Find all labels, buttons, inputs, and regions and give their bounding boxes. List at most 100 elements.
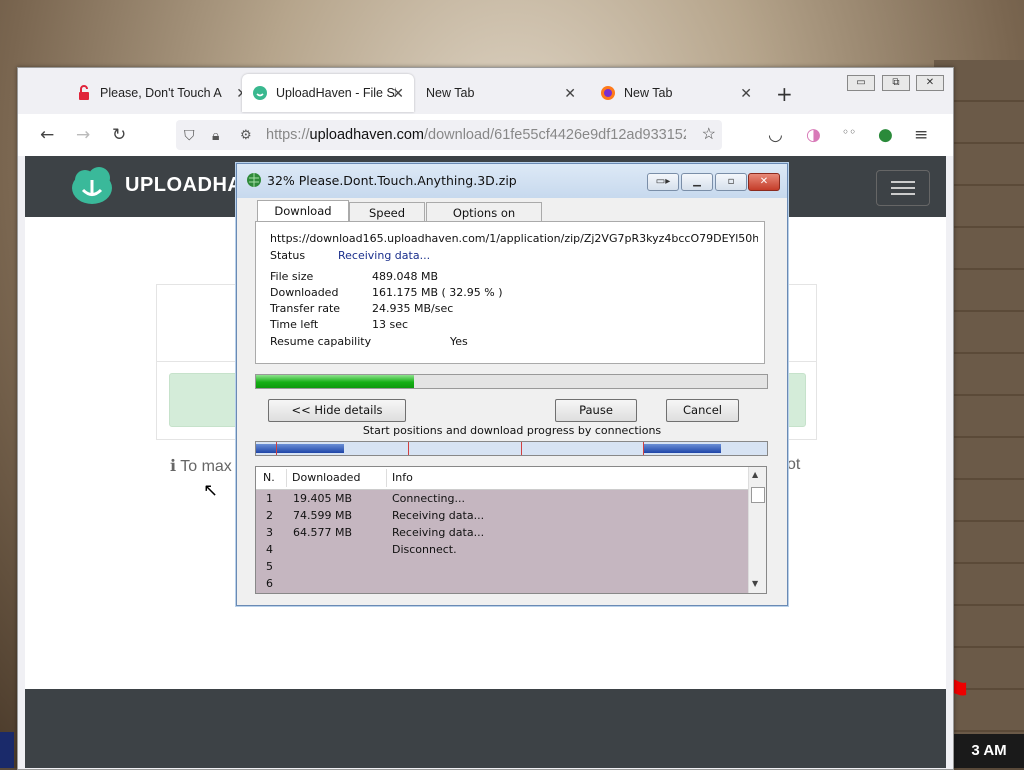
file-size-label: File size [270, 270, 314, 283]
idm-download-dialog: 32% Please.Dont.Touch.Anything.3D.zip ▭▸… [236, 163, 788, 606]
tab-new-1[interactable]: New Tab ✕ [416, 74, 586, 112]
column-header-info[interactable]: Info [392, 471, 413, 484]
hide-details-button[interactable]: << Hide details [268, 399, 406, 422]
table-row[interactable]: 3 64.577 MB Receiving data... [256, 524, 748, 541]
restore-button[interactable]: ⧉ [882, 75, 910, 91]
url-text[interactable]: https://uploadhaven.com/download/61fe55c… [266, 120, 686, 150]
tab-uploadhaven[interactable]: UploadHaven - File Sh ✕ [242, 74, 414, 112]
table-row[interactable]: 1 19.405 MB Connecting... [256, 490, 748, 507]
dialog-maximize-button[interactable]: ▫ [715, 173, 747, 191]
url-path: /download/61fe55cf4426e9df12ad9331523 [424, 127, 686, 143]
scroll-up-icon[interactable]: ▲ [752, 470, 758, 479]
lock-icon[interactable]: 🔒︎ [212, 120, 219, 150]
firefox-icon [600, 85, 616, 101]
cell-n: 5 [266, 560, 273, 573]
downloaded-label: Downloaded [270, 286, 339, 299]
info-text-tail: ot [787, 456, 801, 473]
resume-label: Resume capability [270, 335, 372, 348]
back-icon[interactable]: ← [40, 125, 54, 145]
progress-fill [256, 375, 415, 388]
dialog-title: 32% Please.Dont.Touch.Anything.3D.zip [267, 173, 517, 188]
pause-button[interactable]: Pause [555, 399, 637, 422]
cancel-button[interactable]: Cancel [666, 399, 739, 422]
column-header-n[interactable]: N. [263, 471, 275, 484]
navigation-bar: ← → ↻ ⛉ 🔒︎ ⚙ https://uploadhaven.com/dow… [18, 114, 953, 156]
tab-close-icon[interactable]: ✕ [740, 85, 752, 102]
reload-icon[interactable]: ↻ [112, 125, 126, 145]
cell-downloaded: 74.599 MB [293, 509, 353, 522]
table-row[interactable]: 6 [256, 575, 748, 592]
cell-info: Connecting... [392, 492, 465, 505]
cell-info: Receiving data... [392, 509, 485, 522]
connections-table: N. Downloaded Info 1 19.405 MB Connecting.… [255, 466, 767, 594]
download-url: https://download165.uploadhaven.com/1/ap… [270, 232, 758, 245]
tab-please-dont-touch[interactable]: Please, Don't Touch A ✕ [66, 74, 258, 112]
mouse-cursor-icon: ↖ [203, 480, 219, 501]
connection-start-marker [521, 442, 522, 455]
download-progress-bar [255, 374, 768, 389]
tab-strip: Please, Don't Touch A ✕ UploadHaven - Fi… [18, 68, 953, 114]
tab-close-icon[interactable]: ✕ [564, 85, 576, 102]
cell-info: Disconnect. [392, 543, 457, 556]
cell-downloaded: 64.577 MB [293, 526, 353, 539]
menu-icon[interactable]: ≡ [914, 125, 928, 145]
tab-speed-limiter[interactable]: Speed Limiter [349, 202, 425, 240]
tab-new-2[interactable]: New Tab ✕ [590, 74, 762, 112]
dialog-close-button[interactable]: ✕ [748, 173, 780, 191]
status-value: Receiving data... [338, 249, 431, 262]
connection-segment [644, 444, 721, 453]
cell-n: 3 [266, 526, 273, 539]
extension-icon[interactable]: ◦◦ [842, 125, 856, 139]
time-left-value: 13 sec [372, 318, 409, 331]
cell-n: 4 [266, 543, 273, 556]
file-size-value: 489.048 MB [372, 270, 439, 283]
cell-n: 6 [266, 577, 273, 590]
hamburger-menu-button[interactable] [876, 170, 930, 206]
table-header: N. Downloaded Info [256, 467, 748, 490]
tab-close-icon[interactable]: ✕ [392, 85, 404, 102]
cell-n: 1 [266, 492, 273, 505]
connection-start-marker [643, 442, 644, 455]
taskbar-start[interactable] [0, 732, 14, 768]
taskbar-clock[interactable]: 3 AM [954, 734, 1024, 768]
column-header-downloaded[interactable]: Downloaded [292, 471, 360, 484]
table-row[interactable]: 5 [256, 558, 748, 575]
time-left-label: Time left [270, 318, 319, 331]
table-scrollbar[interactable]: ▲ ▼ [748, 467, 766, 593]
minimize-button[interactable]: ▭ [847, 75, 875, 91]
scroll-down-icon[interactable]: ▼ [752, 579, 758, 588]
uploadhaven-logo-icon[interactable] [71, 166, 113, 206]
new-tab-button[interactable]: + [776, 82, 793, 106]
uploadhaven-icon [252, 85, 268, 101]
table-row[interactable]: 2 74.599 MB Receiving data... [256, 507, 748, 524]
forward-icon[interactable]: → [76, 125, 90, 145]
url-host: uploadhaven.com [309, 127, 425, 143]
tab-label: New Tab [426, 86, 475, 100]
downloaded-value: 161.175 MB ( 32.95 % ) [372, 286, 503, 299]
permissions-icon[interactable]: ⚙ [240, 120, 252, 150]
download-status-panel: https://download165.uploadhaven.com/1/ap… [255, 221, 765, 364]
transfer-rate-label: Transfer rate [270, 302, 341, 315]
transfer-rate-value: 24.935 MB/sec [372, 302, 454, 315]
tab-label: Please, Don't Touch A [100, 86, 222, 100]
tab-options-on-completion[interactable]: Options on completion [426, 202, 542, 240]
status-label: Status [270, 249, 306, 262]
scroll-thumb[interactable] [751, 487, 765, 503]
idm-globe-icon [247, 173, 261, 187]
tab-label: UploadHaven - File Sh [276, 86, 396, 100]
address-bar[interactable]: ⛉ 🔒︎ ⚙ https://uploadhaven.com/download/… [176, 120, 722, 150]
pocket-icon[interactable]: ◡ [768, 125, 783, 145]
dialog-arrow-button[interactable]: ▭▸ [647, 173, 679, 191]
idm-extension-icon[interactable]: ● [878, 125, 893, 145]
dialog-titlebar[interactable]: 32% Please.Dont.Touch.Anything.3D.zip ▭▸… [237, 164, 787, 198]
bookmark-star-icon[interactable]: ☆ [702, 120, 716, 150]
connection-start-marker [408, 442, 409, 455]
cell-n: 2 [266, 509, 273, 522]
dialog-minimize-button[interactable]: ▁ [681, 173, 713, 191]
connection-start-marker [276, 442, 277, 455]
extension-flag-icon[interactable]: ◑ [806, 125, 821, 145]
shield-icon[interactable]: ⛉ [184, 120, 195, 150]
table-row[interactable]: 4 Disconnect. [256, 541, 748, 558]
info-icon: ℹ [170, 458, 181, 475]
close-button[interactable]: ✕ [916, 75, 944, 91]
